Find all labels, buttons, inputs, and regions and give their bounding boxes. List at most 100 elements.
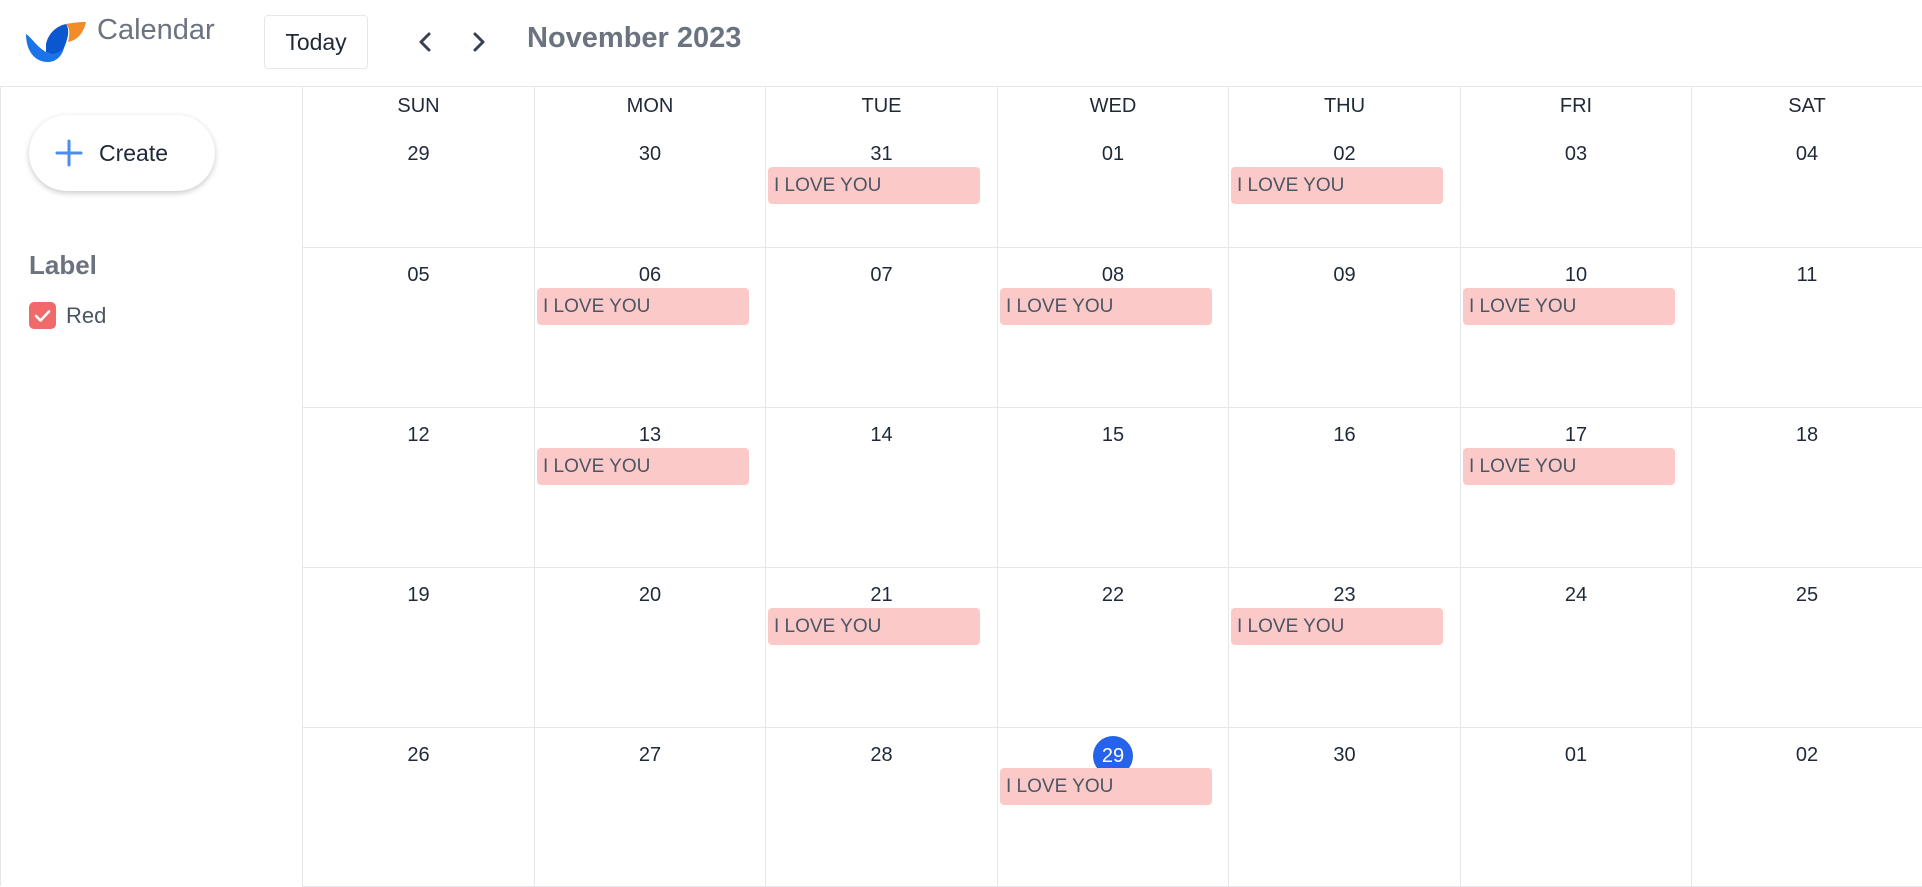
date-label: 18: [1795, 424, 1819, 446]
date-label: 14: [870, 424, 893, 446]
event-chip[interactable]: I LOVE YOU: [537, 448, 749, 485]
day-cell[interactable]: 11: [1691, 248, 1922, 408]
date-number: 24: [1461, 584, 1691, 607]
day-cell[interactable]: 02: [1691, 728, 1922, 887]
date-label: 30: [1333, 744, 1356, 766]
date-number: 14: [766, 424, 997, 447]
weekday-header: MON: [626, 95, 674, 117]
day-cell[interactable]: 29 I LOVE YOU: [997, 728, 1228, 887]
event-chip[interactable]: I LOVE YOU: [1463, 288, 1675, 325]
day-cell[interactable]: 20: [534, 568, 765, 728]
next-month-button[interactable]: [459, 22, 499, 62]
day-cell[interactable]: 12: [302, 408, 534, 568]
today-button[interactable]: Today: [264, 15, 368, 69]
day-cell[interactable]: 14: [765, 408, 997, 568]
date-label: 02: [1333, 143, 1356, 165]
day-cell[interactable]: 18: [1691, 408, 1922, 568]
day-cell[interactable]: MON 30: [534, 87, 765, 248]
label-heading: Label: [29, 250, 97, 280]
date-label: 30: [638, 143, 662, 165]
date-number: 31: [766, 143, 997, 166]
day-cell[interactable]: 30: [1228, 728, 1460, 887]
date-number: 12: [303, 424, 534, 447]
date-number: 01: [1461, 744, 1691, 767]
weekday-header: SAT: [1788, 95, 1826, 117]
label-checkbox[interactable]: [29, 302, 56, 329]
day-cell[interactable]: 27: [534, 728, 765, 887]
day-cell[interactable]: WED 01: [997, 87, 1228, 248]
sidebar: Create Label Red: [0, 86, 302, 886]
event-chip[interactable]: I LOVE YOU: [768, 608, 980, 645]
day-cell[interactable]: 28: [765, 728, 997, 887]
day-cell[interactable]: SAT 04: [1691, 87, 1922, 248]
day-cell[interactable]: 26: [302, 728, 534, 887]
event-chip[interactable]: I LOVE YOU: [1231, 608, 1443, 645]
date-label: 03: [1564, 143, 1588, 165]
weekday-header: THU: [1323, 95, 1366, 117]
date-number: 09: [1229, 264, 1460, 287]
previous-month-button[interactable]: [405, 22, 445, 62]
app-logo-icon: [26, 22, 86, 62]
day-cell[interactable]: 07: [765, 248, 997, 408]
create-button[interactable]: Create: [29, 115, 215, 191]
date-label: 02: [1795, 744, 1819, 766]
event-chip[interactable]: I LOVE YOU: [768, 167, 980, 204]
checkmark-icon: [34, 309, 51, 322]
day-cell[interactable]: 13 I LOVE YOU: [534, 408, 765, 568]
day-cell[interactable]: 16: [1228, 408, 1460, 568]
event-chip[interactable]: I LOVE YOU: [537, 288, 749, 325]
day-cell[interactable]: 15: [997, 408, 1228, 568]
date-label: 28: [870, 744, 893, 766]
app-header: Calendar Today November 2023: [0, 0, 1922, 86]
date-number: 19: [303, 584, 534, 607]
date-number: 02: [1692, 744, 1922, 767]
day-cell[interactable]: THU 02 I LOVE YOU: [1228, 87, 1460, 248]
date-number: 22: [998, 584, 1228, 607]
event-chip[interactable]: I LOVE YOU: [1463, 448, 1675, 485]
date-label: 25: [1795, 584, 1819, 606]
date-number: 23: [1229, 584, 1460, 607]
date-label: 06: [638, 264, 662, 286]
day-cell[interactable]: 25: [1691, 568, 1922, 728]
day-cell[interactable]: 23 I LOVE YOU: [1228, 568, 1460, 728]
day-cell[interactable]: TUE 31 I LOVE YOU: [765, 87, 997, 248]
date-number: 27: [535, 744, 765, 767]
date-label: 08: [1101, 264, 1125, 286]
date-label: 09: [1333, 264, 1356, 286]
date-number: 15: [998, 424, 1228, 447]
day-cell[interactable]: 19: [302, 568, 534, 728]
date-number: 04: [1692, 143, 1922, 166]
day-cell[interactable]: 21 I LOVE YOU: [765, 568, 997, 728]
plus-icon: [55, 139, 83, 167]
label-filter-red[interactable]: Red: [29, 302, 106, 329]
date-label: 13: [638, 424, 662, 446]
date-number: 03: [1461, 143, 1691, 166]
day-cell[interactable]: 05: [302, 248, 534, 408]
weekday-header: WED: [1089, 95, 1137, 117]
day-cell[interactable]: 08 I LOVE YOU: [997, 248, 1228, 408]
day-cell[interactable]: 10 I LOVE YOU: [1460, 248, 1691, 408]
date-number: 30: [1229, 744, 1460, 767]
event-chip[interactable]: I LOVE YOU: [1000, 768, 1212, 805]
day-cell[interactable]: FRI 03: [1460, 87, 1691, 248]
date-number: 02: [1229, 143, 1460, 166]
chevron-right-icon: [473, 32, 485, 52]
day-cell[interactable]: 24: [1460, 568, 1691, 728]
date-number: 10: [1461, 264, 1691, 287]
day-cell[interactable]: SUN 29: [302, 87, 534, 248]
chevron-left-icon: [419, 32, 431, 52]
date-number: 17: [1461, 424, 1691, 447]
event-chip[interactable]: I LOVE YOU: [1231, 167, 1443, 204]
day-cell[interactable]: 01: [1460, 728, 1691, 887]
day-cell[interactable]: 09: [1228, 248, 1460, 408]
date-label: 05: [407, 264, 430, 286]
date-label: 01: [1101, 143, 1125, 165]
day-cell[interactable]: 17 I LOVE YOU: [1460, 408, 1691, 568]
event-chip[interactable]: I LOVE YOU: [1000, 288, 1212, 325]
date-number: 26: [303, 744, 534, 767]
date-label: 20: [638, 584, 662, 606]
date-label: 10: [1564, 264, 1588, 286]
day-cell[interactable]: 06 I LOVE YOU: [534, 248, 765, 408]
day-cell[interactable]: 22: [997, 568, 1228, 728]
date-label: 16: [1333, 424, 1356, 446]
